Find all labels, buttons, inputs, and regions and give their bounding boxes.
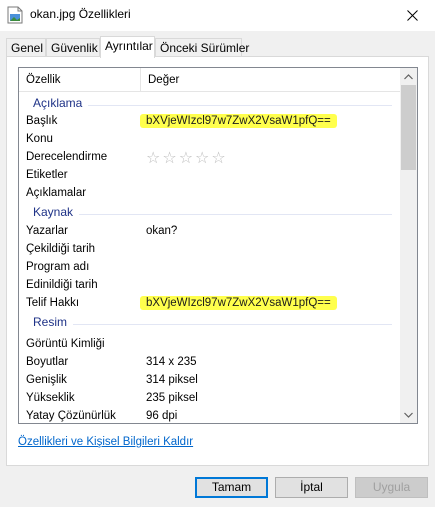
image-file-icon — [7, 6, 23, 24]
vertical-scrollbar[interactable] — [400, 68, 417, 423]
property-value: 96 dpi — [146, 410, 178, 422]
tab-details[interactable]: Ayrıntılar — [100, 36, 155, 58]
property-name: Yatay Çözünürlük — [26, 410, 116, 422]
property-value: 235 piksel — [146, 392, 198, 404]
property-name: Çekildiği tarih — [26, 243, 96, 255]
group-label: Açıklama — [33, 96, 89, 110]
property-name: Genişlik — [26, 374, 67, 386]
group-description: Açıklama — [19, 95, 400, 113]
property-name: Boyutlar — [26, 356, 69, 368]
rating-stars[interactable]: ☆☆☆☆☆ — [146, 148, 228, 168]
chevron-up-icon — [404, 73, 413, 79]
chevron-down-icon — [404, 412, 413, 418]
list-item[interactable]: Etiketler — [19, 167, 400, 185]
list-item[interactable]: Boyutlar 314 x 235 — [19, 354, 400, 372]
list-item[interactable]: Görüntü Kimliği — [19, 336, 400, 354]
property-value: bXVjeWIzcl97w7ZwX2VsaW1pfQ== — [140, 114, 337, 128]
property-name: Görüntü Kimliği — [26, 338, 105, 350]
list-item[interactable]: Çekildiği tarih — [19, 241, 400, 259]
apply-button[interactable]: Uygula — [355, 477, 428, 498]
list-item[interactable]: Derecelendirme ☆☆☆☆☆ — [19, 149, 400, 167]
title-bar: okan.jpg Özellikleri — [0, 0, 435, 31]
group-label: Kaynak — [33, 205, 80, 219]
scroll-down-button[interactable] — [400, 406, 417, 423]
close-icon — [406, 10, 418, 21]
list-item[interactable]: Telif Hakkı bXVjeWIzcl97w7ZwX2VsaW1pfQ== — [19, 295, 400, 313]
column-header-property[interactable]: Özellik — [19, 68, 140, 92]
property-value: 314 x 235 — [146, 356, 197, 368]
property-name: Başlık — [26, 115, 58, 127]
cancel-button[interactable]: İptal — [275, 477, 348, 498]
list-header: Özellik Değer — [19, 68, 400, 92]
property-name: Yazarlar — [26, 225, 68, 237]
window-title: okan.jpg Özellikleri — [30, 7, 131, 21]
list-item[interactable]: Yatay Çözünürlük 96 dpi — [19, 408, 400, 423]
highlighted-value: bXVjeWIzcl97w7ZwX2VsaW1pfQ== — [140, 114, 337, 128]
list-item[interactable]: Yazarlar okan? — [19, 223, 400, 241]
list-item[interactable]: Konu — [19, 131, 400, 149]
list-item[interactable]: Yükseklik 235 piksel — [19, 390, 400, 408]
group-divider — [33, 214, 392, 215]
column-header-value[interactable]: Değer — [141, 68, 400, 92]
list-item[interactable]: Program adı — [19, 259, 400, 277]
property-name: Açıklamalar — [26, 187, 87, 199]
scroll-thumb[interactable] — [401, 85, 416, 170]
property-list[interactable]: Özellik Değer Açıklama Başlık bXVjeWIzcl… — [18, 67, 418, 424]
scroll-up-button[interactable] — [400, 68, 417, 85]
property-name: Yükseklik — [26, 392, 75, 404]
list-item[interactable]: Genişlik 314 piksel — [19, 372, 400, 390]
list-body: Açıklama Başlık bXVjeWIzcl97w7ZwX2VsaW1p… — [19, 92, 400, 423]
property-value: okan? — [146, 225, 178, 237]
ok-button[interactable]: Tamam — [195, 477, 268, 498]
group-divider — [33, 324, 392, 325]
list-item[interactable]: Açıklamalar — [19, 185, 400, 203]
property-value: 314 piksel — [146, 374, 198, 386]
tab-general[interactable]: Genel — [6, 38, 46, 57]
highlighted-value: bXVjeWIzcl97w7ZwX2VsaW1pfQ== — [140, 296, 337, 310]
list-item[interactable]: Edinildiği tarih — [19, 277, 400, 295]
details-panel: Özellik Değer Açıklama Başlık bXVjeWIzcl… — [6, 56, 429, 466]
property-name: Etiketler — [26, 169, 68, 181]
property-name: Telif Hakkı — [26, 297, 80, 309]
tab-previous-versions[interactable]: Önceki Sürümler — [155, 38, 249, 57]
group-origin: Kaynak — [19, 204, 400, 222]
property-value: bXVjeWIzcl97w7ZwX2VsaW1pfQ== — [140, 296, 337, 310]
property-name: Program adı — [26, 261, 90, 273]
property-name: Konu — [26, 133, 53, 145]
group-image: Resim — [19, 314, 400, 332]
group-label: Resim — [33, 315, 74, 329]
property-name: Derecelendirme — [26, 151, 108, 163]
list-item[interactable]: Başlık bXVjeWIzcl97w7ZwX2VsaW1pfQ== — [19, 113, 400, 131]
tab-strip: Genel Güvenlik Ayrıntılar Önceki Sürümle… — [6, 36, 429, 58]
close-button[interactable] — [389, 0, 435, 31]
remove-properties-link[interactable]: Özellikleri ve Kişisel Bilgileri Kaldır — [18, 436, 193, 448]
tab-security[interactable]: Güvenlik — [46, 38, 100, 57]
property-name: Edinildiği tarih — [26, 279, 98, 291]
